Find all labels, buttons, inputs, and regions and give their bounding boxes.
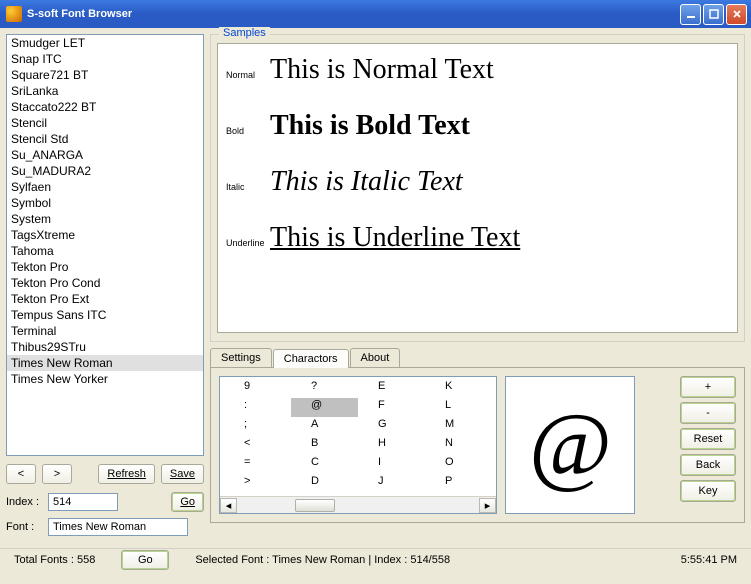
sample-canvas: NormalThis is Normal Text BoldThis is Bol…: [217, 43, 738, 333]
font-input[interactable]: [48, 518, 188, 536]
next-button[interactable]: >: [42, 464, 72, 484]
char-cell[interactable]: =: [224, 455, 291, 474]
list-item[interactable]: Square721 BT: [7, 67, 203, 83]
scroll-left-icon[interactable]: ◂: [220, 498, 237, 513]
char-cell[interactable]: 9: [224, 379, 291, 398]
char-cell[interactable]: J: [358, 474, 425, 493]
list-item[interactable]: Tekton Pro Ext: [7, 291, 203, 307]
index-label: Index :: [6, 496, 42, 508]
char-cell[interactable]: C: [291, 455, 358, 474]
list-item[interactable]: Su_MADURA2: [7, 163, 203, 179]
sample-tag: Italic: [226, 182, 270, 192]
list-item[interactable]: Terminal: [7, 323, 203, 339]
list-item[interactable]: Snap ITC: [7, 51, 203, 67]
maximize-button[interactable]: [703, 4, 724, 25]
char-cell[interactable]: M: [425, 417, 492, 436]
char-cell[interactable]: K: [425, 379, 492, 398]
char-scrollbar[interactable]: ◂ ▸: [220, 496, 496, 513]
status-selected: Selected Font : Times New Roman | Index …: [189, 552, 456, 568]
go-index-button[interactable]: Go: [171, 492, 204, 512]
list-item[interactable]: Times New Roman: [7, 355, 203, 371]
close-button[interactable]: [726, 4, 747, 25]
char-cell[interactable]: O: [425, 455, 492, 474]
reset-button[interactable]: Reset: [680, 428, 736, 450]
index-input[interactable]: [48, 493, 118, 511]
minus-button[interactable]: -: [680, 402, 736, 424]
plus-button[interactable]: +: [680, 376, 736, 398]
sample-text: This is Normal Text: [270, 54, 494, 86]
char-cell[interactable]: H: [358, 436, 425, 455]
status-go-button[interactable]: Go: [121, 550, 169, 570]
char-cell[interactable]: ;: [224, 417, 291, 436]
char-cell[interactable]: I: [358, 455, 425, 474]
save-button[interactable]: Save: [161, 464, 204, 484]
sample-text: This is Bold Text: [270, 110, 470, 142]
list-item[interactable]: Sylfaen: [7, 179, 203, 195]
list-item[interactable]: Tekton Pro Cond: [7, 275, 203, 291]
window-title: S-soft Font Browser: [27, 8, 132, 20]
list-item[interactable]: Stencil: [7, 115, 203, 131]
sample-text: This is Italic Text: [270, 166, 463, 198]
sample-text: This is Underline Text: [270, 222, 520, 254]
char-cell[interactable]: <: [224, 436, 291, 455]
status-total: Total Fonts : 558: [8, 552, 101, 568]
status-time: 5:55:41 PM: [675, 552, 743, 568]
scroll-right-icon[interactable]: ▸: [479, 498, 496, 513]
char-cell[interactable]: P: [425, 474, 492, 493]
minimize-button[interactable]: [680, 4, 701, 25]
char-cell[interactable]: A: [291, 417, 358, 436]
list-item[interactable]: Tekton Pro: [7, 259, 203, 275]
char-cell[interactable]: N: [425, 436, 492, 455]
list-item[interactable]: System: [7, 211, 203, 227]
char-cell[interactable]: :: [224, 398, 291, 417]
list-item[interactable]: Tempus Sans ITC: [7, 307, 203, 323]
list-item[interactable]: SriLanka: [7, 83, 203, 99]
refresh-button[interactable]: Refresh: [98, 464, 155, 484]
list-item[interactable]: TagsXtreme: [7, 227, 203, 243]
list-item[interactable]: Symbol: [7, 195, 203, 211]
back-button[interactable]: Back: [680, 454, 736, 476]
char-cell[interactable]: E: [358, 379, 425, 398]
list-item[interactable]: Su_ANARGA: [7, 147, 203, 163]
list-item[interactable]: Times New Yorker: [7, 371, 203, 387]
char-cell[interactable]: @: [291, 398, 358, 417]
prev-button[interactable]: <: [6, 464, 36, 484]
app-icon: [6, 6, 22, 22]
char-cell[interactable]: B: [291, 436, 358, 455]
list-item[interactable]: Thibus29STru: [7, 339, 203, 355]
font-label: Font :: [6, 521, 42, 533]
char-cell[interactable]: ?: [291, 379, 358, 398]
font-list[interactable]: Smudger LETSnap ITCSquare721 BTSriLankaS…: [6, 34, 204, 456]
sample-tag: Bold: [226, 126, 270, 136]
sample-tag: Normal: [226, 70, 270, 80]
char-cell[interactable]: L: [425, 398, 492, 417]
char-cell[interactable]: G: [358, 417, 425, 436]
char-cell[interactable]: F: [358, 398, 425, 417]
tab-about[interactable]: About: [350, 348, 401, 367]
list-item[interactable]: Tahoma: [7, 243, 203, 259]
tab-settings[interactable]: Settings: [210, 348, 272, 367]
char-cell[interactable]: D: [291, 474, 358, 493]
list-item[interactable]: Stencil Std: [7, 131, 203, 147]
sample-tag: Underline: [226, 238, 270, 248]
key-button[interactable]: Key: [680, 480, 736, 502]
char-preview: @: [505, 376, 635, 514]
char-cell[interactable]: >: [224, 474, 291, 493]
character-list[interactable]: 9?EK:@FL;AGM <BHN =CIO >DJP ◂ ▸: [219, 376, 497, 514]
samples-group-label: Samples: [219, 27, 270, 39]
list-item[interactable]: Staccato222 BT: [7, 99, 203, 115]
list-item[interactable]: Smudger LET: [7, 35, 203, 51]
tab-charactors[interactable]: Charactors: [273, 349, 349, 368]
